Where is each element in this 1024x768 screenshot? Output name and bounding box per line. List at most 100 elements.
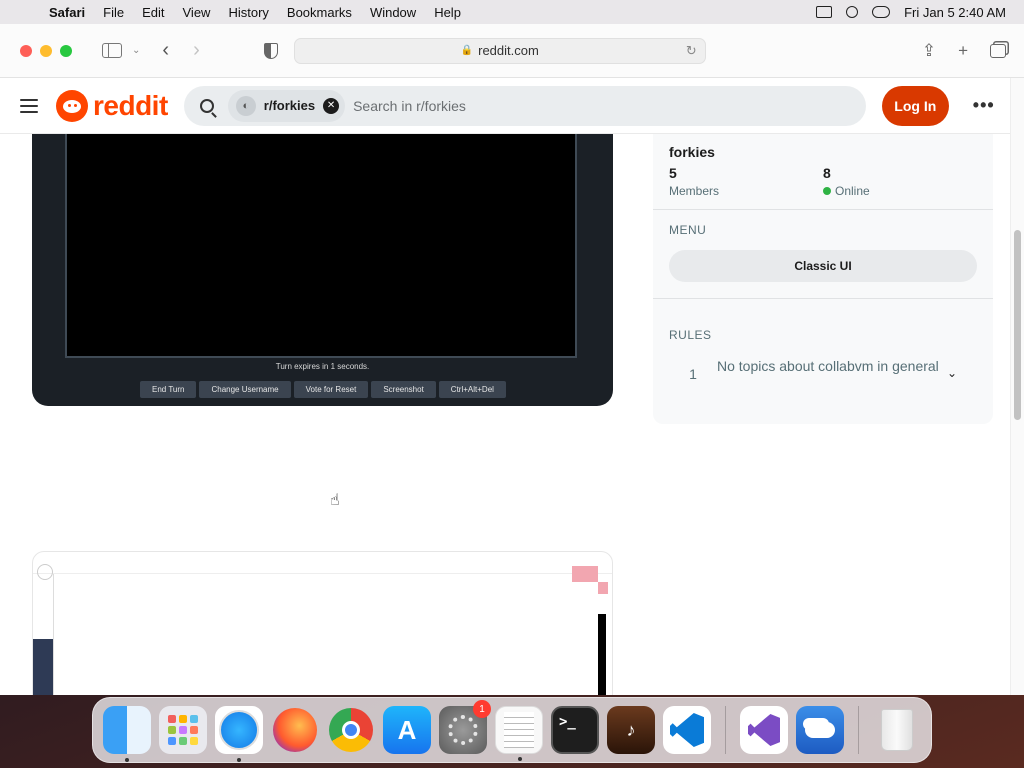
weather-icon[interactable] (796, 706, 844, 754)
search-bar[interactable]: ◐ r/forkies ✕ Search in r/forkies (183, 85, 866, 126)
community-name: forkies (669, 144, 715, 160)
vscode-icon[interactable] (663, 706, 711, 754)
share-icon[interactable]: ⇪ (922, 41, 936, 61)
close-icon[interactable]: ✕ (323, 97, 340, 114)
new-tab-icon[interactable]: + (958, 41, 968, 61)
safari-window: ⌄ ‹ › 🔒 reddit.com ↻ ⇪ + reddit ◐ r/fork… (0, 24, 1024, 695)
spotlight-search-icon[interactable] (846, 6, 859, 18)
rule-item[interactable]: 1 No topics about collabvm in general ⌄ (669, 356, 977, 382)
visualstudio-icon[interactable] (740, 706, 788, 754)
online-label-text: Online (835, 184, 870, 198)
reload-icon[interactable]: ↻ (686, 43, 697, 59)
rules-heading: RULES (669, 328, 712, 342)
finder-icon[interactable] (103, 706, 151, 762)
page-scrollbar[interactable] (1010, 78, 1024, 695)
more-options-icon[interactable]: ••• (973, 95, 995, 116)
search-input[interactable]: Search in r/forkies (353, 98, 466, 114)
embedded-window-titlebar (33, 552, 612, 574)
rule-number: 1 (689, 366, 697, 382)
chevron-down-icon[interactable]: ⌄ (132, 45, 140, 56)
reddit-header: reddit ◐ r/forkies ✕ Search in r/forkies… (0, 78, 1010, 134)
subreddit-filter-chip[interactable]: ◐ r/forkies ✕ (227, 89, 346, 122)
vm-screenshot-label: Screenshot (377, 381, 430, 398)
vm-controls: End Turn Change Username Vote for Reset … (140, 381, 506, 398)
menu-bar: Safari File Edit View History Bookmarks … (0, 0, 1024, 24)
members-stat: 5 Members (669, 165, 719, 198)
zoom-window-button[interactable] (60, 44, 72, 57)
close-window-button[interactable] (20, 44, 32, 57)
vm-vote-reset-button: Vote for Reset (293, 381, 369, 398)
menu-window[interactable]: Window (361, 5, 425, 20)
dock: A 1 >_ ♪ (92, 697, 932, 763)
menu-edit[interactable]: Edit (133, 5, 173, 20)
back-button[interactable]: ‹ (162, 39, 169, 62)
menu-file[interactable]: File (94, 5, 133, 20)
control-center-icon[interactable] (872, 6, 891, 18)
reddit-logo[interactable]: reddit (56, 89, 168, 122)
garageband-icon[interactable]: ♪ (607, 706, 655, 754)
online-label: Online (823, 184, 870, 198)
embedded-close-highlight (572, 566, 598, 582)
address-bar[interactable]: 🔒 reddit.com ↻ (293, 37, 706, 64)
menu-bookmarks[interactable]: Bookmarks (278, 5, 361, 20)
dock-separator (858, 706, 859, 754)
menu-heading: MENU (669, 223, 707, 237)
members-label-text: Members (669, 184, 720, 198)
window-controls (0, 44, 72, 57)
firefox-icon[interactable] (271, 706, 319, 754)
vm-end-turn-label: End Turn (146, 381, 191, 398)
post-media-vm-screenshot[interactable]: Turn expires in 1 seconds. End Turn Chan… (32, 134, 613, 406)
chevron-down-icon[interactable]: ⌄ (947, 356, 977, 380)
menu-history[interactable]: History (219, 5, 277, 20)
embedded-window-body (53, 574, 598, 695)
lock-icon: 🔒 (460, 45, 474, 56)
menu-help[interactable]: Help (425, 5, 470, 20)
chrome-icon[interactable] (327, 706, 375, 754)
login-button[interactable]: Log In (881, 85, 949, 126)
vm-ctrl-alt-del-label: Ctrl+Alt+Del (444, 381, 500, 398)
safari-icon[interactable] (215, 706, 263, 762)
minimize-window-button[interactable] (40, 44, 52, 57)
running-indicator (237, 758, 241, 762)
privacy-shield-icon[interactable] (263, 42, 278, 59)
members-label: Members (669, 184, 719, 198)
sidebar-toggle-icon[interactable] (102, 43, 122, 58)
menu-clock[interactable]: Fri Jan 5 2:40 AM (904, 5, 1006, 20)
screen-mirroring-icon[interactable] (816, 6, 833, 18)
dock-separator (725, 706, 726, 754)
hamburger-menu-icon[interactable] (20, 98, 38, 113)
embedded-close-highlight-small (598, 582, 608, 594)
embedded-app-icon (37, 564, 53, 580)
running-indicator (125, 758, 129, 762)
embedded-sidebar (33, 639, 53, 695)
divider (653, 298, 993, 299)
notification-badge: 1 (473, 700, 491, 718)
scrollbar-thumb[interactable] (1014, 230, 1021, 420)
forward-button[interactable]: › (193, 39, 200, 62)
vm-change-username-button: Change Username (199, 381, 291, 398)
textedit-icon[interactable] (495, 706, 543, 761)
reddit-wordmark: reddit (93, 89, 168, 121)
vm-screenshot-button: Screenshot (371, 381, 436, 398)
url-text: reddit.com (478, 43, 539, 58)
vm-end-turn-button: End Turn (140, 381, 197, 398)
terminal-icon[interactable]: >_ (551, 706, 599, 754)
community-sidebar: forkies 5 Members 8 Online MENU Classic … (653, 134, 993, 424)
settings-icon[interactable]: 1 (439, 700, 491, 754)
rule-text: No topics about collabvm in general (717, 358, 939, 374)
trash-icon[interactable] (873, 706, 921, 754)
post-media-second-screenshot[interactable] (32, 551, 613, 695)
launchpad-icon[interactable] (159, 706, 207, 754)
vm-vote-reset-label: Vote for Reset (299, 381, 363, 398)
menu-view[interactable]: View (174, 5, 220, 20)
vm-turn-status: Turn expires in 1 seconds. (275, 362, 370, 371)
browser-toolbar: ⌄ ‹ › 🔒 reddit.com ↻ ⇪ + (0, 24, 1024, 78)
appstore-icon[interactable]: A (383, 706, 431, 754)
snoo-icon (56, 89, 88, 122)
tab-overview-icon[interactable] (990, 43, 1006, 58)
vm-ctrl-alt-del-button: Ctrl+Alt+Del (438, 381, 506, 398)
running-indicator (518, 757, 522, 761)
classic-ui-button[interactable]: Classic UI (669, 250, 977, 282)
online-dot-icon (823, 187, 831, 195)
menu-app-name[interactable]: Safari (40, 5, 94, 20)
